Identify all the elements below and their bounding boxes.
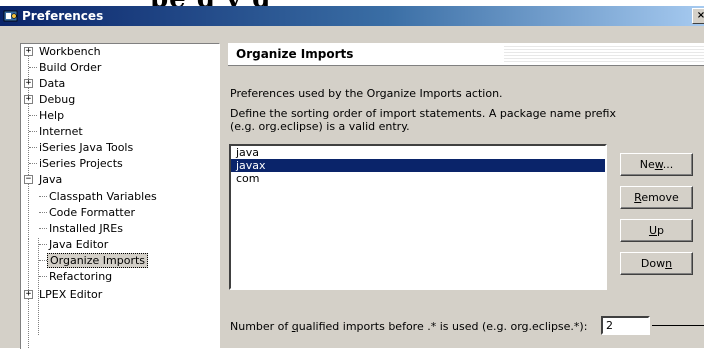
- expand-icon[interactable]: +: [24, 290, 33, 299]
- new-button[interactable]: New...: [620, 153, 693, 176]
- window-title: Preferences: [22, 9, 104, 23]
- preferences-icon: [3, 10, 18, 22]
- tree-item-label: Debug: [39, 93, 76, 106]
- preferences-dialog: + Workbench Build Order + Data + Debug H…: [0, 26, 704, 349]
- import-order-list[interactable]: java javax com: [229, 144, 607, 290]
- header-hatch: [504, 46, 704, 62]
- instruction-line-2: (e.g. org.eclipse) is a valid entry.: [230, 120, 410, 133]
- expand-icon[interactable]: +: [24, 79, 33, 88]
- preferences-tree[interactable]: + Workbench Build Order + Data + Debug H…: [20, 43, 220, 349]
- collapse-icon[interactable]: −: [24, 175, 33, 184]
- qualified-imports-label: Number of qualified imports before .* is…: [230, 320, 588, 333]
- tree-item-label: Code Formatter: [49, 206, 136, 219]
- list-item[interactable]: java: [231, 146, 605, 159]
- tree-item-label: Classpath Variables: [49, 190, 157, 203]
- tree-item-label: Build Order: [39, 61, 102, 74]
- tree-item-label: Java Editor: [49, 238, 109, 251]
- remove-button[interactable]: Remove: [620, 186, 693, 209]
- tree-item-label: Internet: [39, 125, 83, 138]
- tree-item-label: LPEX Editor: [39, 288, 103, 301]
- tree-item-label: Workbench: [39, 45, 101, 58]
- tree-item-label: Organize Imports: [47, 253, 149, 268]
- tree-item-label: Help: [39, 109, 65, 122]
- tree-item-label: Refactoring: [49, 270, 113, 283]
- list-item[interactable]: com: [231, 172, 605, 185]
- up-button[interactable]: Up: [620, 219, 693, 242]
- callout-line: [652, 325, 704, 326]
- instruction-line-1: Define the sorting order of import state…: [230, 107, 616, 120]
- page-header: Organize Imports: [228, 43, 704, 66]
- qualified-imports-input[interactable]: 2: [601, 316, 650, 335]
- tree-item-label: iSeries Projects: [39, 157, 123, 170]
- expand-icon[interactable]: +: [24, 95, 33, 104]
- tree-item-label: Installed JREs: [49, 222, 123, 235]
- list-item-selected[interactable]: javax: [231, 159, 605, 172]
- page-description: Preferences used by the Organize Imports…: [230, 87, 503, 100]
- close-button[interactable]: ×: [692, 8, 704, 24]
- tree-item-label: Java: [39, 173, 63, 186]
- expand-icon[interactable]: +: [24, 47, 33, 56]
- tree-item-label: iSeries Java Tools: [39, 141, 134, 154]
- title-bar: Preferences ×: [0, 6, 704, 26]
- tree-item-label: Data: [39, 77, 66, 90]
- page-title: Organize Imports: [236, 47, 354, 61]
- down-button[interactable]: Down: [620, 252, 693, 275]
- close-icon: ×: [696, 10, 704, 21]
